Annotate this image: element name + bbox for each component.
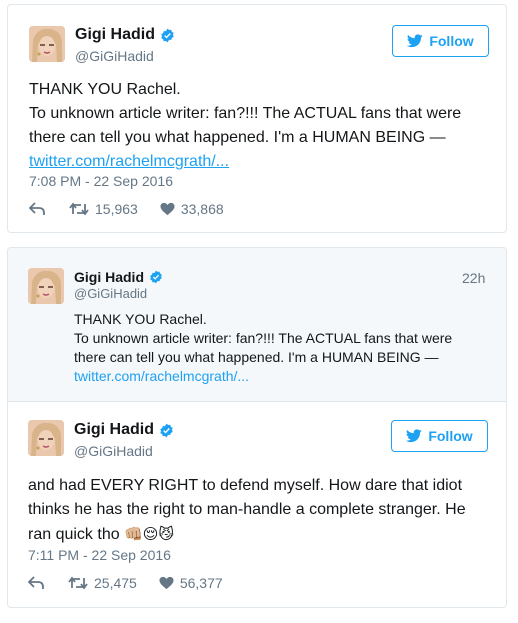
like-button[interactable]: 56,377 bbox=[159, 575, 223, 591]
like-button[interactable]: 33,868 bbox=[160, 201, 224, 217]
handle[interactable]: @GiGiHadid bbox=[75, 48, 154, 64]
quoted-tweet[interactable]: Gigi Hadid @GiGiHadid 22h THANK YOU Rach… bbox=[8, 248, 506, 402]
quoted-line: To unknown article writer: fan?!!! The A… bbox=[74, 330, 453, 346]
quoted-line: THANK YOU Rachel. bbox=[74, 311, 207, 327]
tweet-line: and had EVERY RIGHT to defend myself. Ho… bbox=[28, 477, 463, 494]
tweet-text: THANK YOU Rachel. To unknown article wri… bbox=[29, 78, 499, 174]
timestamp[interactable]: 7:08 PM - 22 Sep 2016 bbox=[29, 173, 173, 189]
display-name[interactable]: Gigi Hadid bbox=[75, 26, 155, 44]
reply-icon bbox=[28, 576, 44, 589]
quoted-text: THANK YOU Rachel. To unknown article wri… bbox=[74, 310, 494, 386]
follow-button[interactable]: Follow bbox=[391, 420, 488, 452]
reply-icon bbox=[29, 202, 45, 215]
tweet-actions: 25,475 56,377 bbox=[28, 575, 223, 591]
heart-icon bbox=[160, 202, 175, 216]
tweet-link[interactable]: twitter.com/rachelmcgrath/... bbox=[29, 153, 229, 170]
handle[interactable]: @GiGiHadid bbox=[74, 286, 147, 301]
tweet-line: To unknown article writer: fan?!!! The A… bbox=[29, 105, 462, 122]
tweet-actions: 15,963 33,868 bbox=[29, 201, 224, 217]
retweet-button[interactable]: 25,475 bbox=[68, 575, 137, 591]
retweet-count: 15,963 bbox=[95, 201, 138, 217]
verified-badge-icon bbox=[160, 28, 175, 43]
tweet-line: thinks he has the right to man-handle a … bbox=[28, 501, 466, 518]
display-name[interactable]: Gigi Hadid bbox=[74, 421, 154, 439]
relieved-face-emoji: 😌 bbox=[142, 525, 159, 543]
tweet-line: there can tell you what happened. I'm a … bbox=[29, 129, 446, 146]
heart-icon bbox=[159, 576, 174, 590]
tweet-line: THANK YOU Rachel. bbox=[29, 81, 181, 98]
retweet-icon bbox=[68, 576, 88, 590]
tweet-text: and had EVERY RIGHT to defend myself. Ho… bbox=[28, 474, 498, 547]
retweet-count: 25,475 bbox=[94, 575, 137, 591]
avatar[interactable] bbox=[28, 420, 64, 456]
like-count: 33,868 bbox=[180, 201, 224, 217]
verified-badge-icon bbox=[149, 270, 164, 285]
follow-label: Follow bbox=[429, 33, 474, 49]
timestamp[interactable]: 7:11 PM - 22 Sep 2016 bbox=[28, 547, 171, 563]
verified-badge-icon bbox=[159, 423, 174, 438]
tweet-age[interactable]: 22h bbox=[462, 270, 485, 286]
fist-emoji: 👊🏼 bbox=[124, 525, 143, 543]
tweet-card-2: Gigi Hadid @GiGiHadid 22h THANK YOU Rach… bbox=[7, 247, 507, 608]
handle[interactable]: @GiGiHadid bbox=[74, 443, 153, 459]
twitter-bird-icon bbox=[406, 429, 423, 443]
tweet-card-1: Gigi Hadid @GiGiHadid Follow THANK YOU R… bbox=[7, 4, 507, 233]
retweet-button[interactable]: 15,963 bbox=[69, 201, 138, 217]
follow-button[interactable]: Follow bbox=[392, 25, 489, 57]
reply-button[interactable] bbox=[28, 576, 44, 590]
twitter-bird-icon bbox=[407, 34, 424, 48]
quoted-line: there can tell you what happened. I'm a … bbox=[74, 349, 439, 365]
like-count: 56,377 bbox=[179, 575, 223, 591]
quoted-link[interactable]: twitter.com/rachelmcgrath/... bbox=[74, 368, 249, 384]
tweet-line: ran quick tho bbox=[28, 526, 120, 543]
display-name[interactable]: Gigi Hadid bbox=[74, 269, 144, 285]
reply-button[interactable] bbox=[29, 202, 45, 216]
smirk-cat-emoji: 😼 bbox=[158, 525, 175, 543]
retweet-icon bbox=[69, 202, 89, 216]
avatar[interactable] bbox=[28, 268, 64, 304]
avatar[interactable] bbox=[29, 26, 65, 62]
follow-label: Follow bbox=[428, 428, 473, 444]
